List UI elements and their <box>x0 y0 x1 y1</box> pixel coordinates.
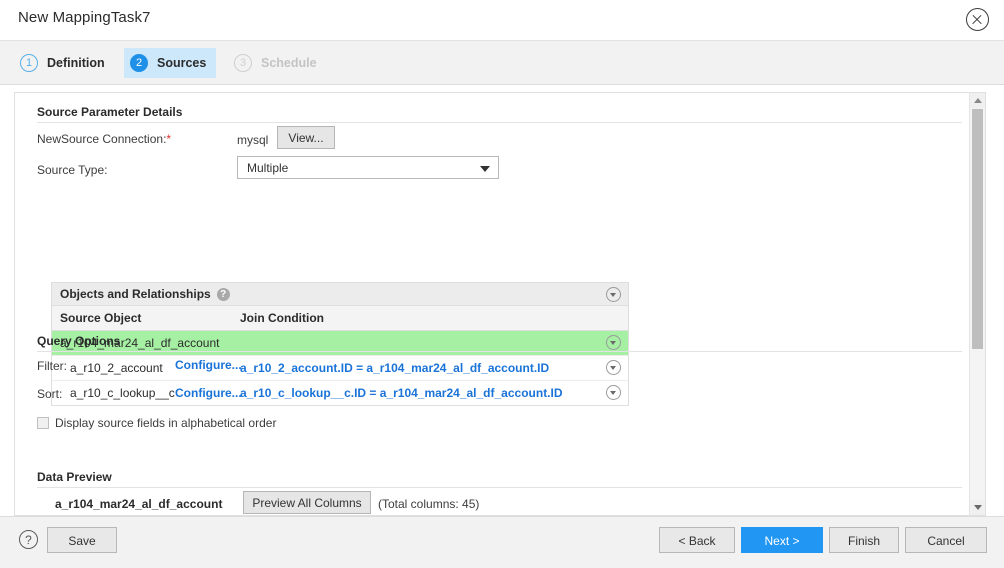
preview-all-columns-button[interactable]: Preview All Columns <box>243 491 371 514</box>
sources-panel: Source Parameter Details NewSource Conne… <box>14 92 986 516</box>
chevron-down-icon <box>480 166 490 172</box>
checkbox-label: Display source fields in alphabetical or… <box>55 416 276 430</box>
step-label: Sources <box>157 56 206 70</box>
column-header-join-condition: Join Condition <box>240 311 324 325</box>
checkbox-box[interactable] <box>37 417 49 429</box>
step-number: 3 <box>234 54 252 72</box>
source-type-label: Source Type: <box>37 163 108 177</box>
divider <box>37 487 962 488</box>
sort-configure-link[interactable]: Configure... <box>175 386 242 400</box>
query-options-heading: Query Options <box>37 334 120 348</box>
step-label: Definition <box>47 56 105 70</box>
next-button[interactable]: Next > <box>741 527 823 553</box>
grid-options-icon[interactable] <box>606 287 621 302</box>
step-number: 1 <box>20 54 38 72</box>
footer-bar: ? Save < Back Next > Finish Cancel <box>0 516 1004 568</box>
divider <box>37 122 962 123</box>
cancel-button[interactable]: Cancel <box>905 527 987 553</box>
step-schedule[interactable]: 3 Schedule <box>228 48 327 78</box>
table-row[interactable]: a_r104_mar24_al_df_account <box>52 331 628 356</box>
step-number: 2 <box>130 54 148 72</box>
required-marker: * <box>166 132 171 146</box>
data-preview-heading: Data Preview <box>37 470 112 484</box>
connection-value: mysql <box>237 133 268 147</box>
view-button[interactable]: View... <box>277 126 335 149</box>
close-icon[interactable] <box>966 8 989 31</box>
cell-source-object: a_r10_2_account <box>70 361 163 375</box>
sources-panel-content: Source Parameter Details NewSource Conne… <box>15 93 970 515</box>
row-options-icon[interactable] <box>606 335 621 350</box>
step-label: Schedule <box>261 56 317 70</box>
finish-button[interactable]: Finish <box>829 527 899 553</box>
step-definition[interactable]: 1 Definition <box>14 48 115 78</box>
data-preview-object-name: a_r104_mar24_al_df_account <box>55 497 222 511</box>
cell-join-condition: a_r10_c_lookup__c.ID = a_r104_mar24_al_d… <box>240 386 563 400</box>
vertical-scrollbar[interactable] <box>969 93 985 515</box>
help-icon[interactable]: ? <box>19 530 38 549</box>
scrollbar-thumb[interactable] <box>972 109 983 349</box>
row-options-icon[interactable] <box>606 360 621 375</box>
grid-title-text: Objects and Relationships <box>60 287 211 301</box>
title-bar: New MappingTask7 <box>0 0 1004 41</box>
page-title: New MappingTask7 <box>18 9 151 26</box>
step-sources[interactable]: 2 Sources <box>124 48 216 78</box>
objects-relationships-grid: Objects and Relationships ? Source Objec… <box>51 282 629 406</box>
wizard-step-bar: 1 Definition 2 Sources 3 Schedule <box>0 41 1004 85</box>
cell-source-object: a_r10_c_lookup__c <box>70 386 175 400</box>
source-type-select[interactable]: Multiple <box>237 156 499 179</box>
divider <box>37 351 962 352</box>
column-header-source-object: Source Object <box>60 311 141 325</box>
source-type-value: Multiple <box>247 161 288 175</box>
connection-label-text: NewSource Connection: <box>37 132 166 146</box>
connection-label: NewSource Connection:* <box>37 132 171 146</box>
cell-join-condition: a_r10_2_account.ID = a_r104_mar24_al_df_… <box>240 361 549 375</box>
source-parameter-details-heading: Source Parameter Details <box>37 105 182 119</box>
row-options-icon[interactable] <box>606 385 621 400</box>
alphabetical-order-checkbox[interactable]: Display source fields in alphabetical or… <box>37 416 276 430</box>
help-icon[interactable]: ? <box>217 288 230 301</box>
table-row[interactable]: a_r10_2_account a_r10_2_account.ID = a_r… <box>52 356 628 381</box>
grid-header-row: Source Object Join Condition <box>52 306 628 331</box>
filter-configure-link[interactable]: Configure... <box>175 358 242 372</box>
filter-label: Filter: <box>37 359 67 373</box>
total-columns-text: (Total columns: 45) <box>378 497 479 511</box>
back-button[interactable]: < Back <box>659 527 735 553</box>
scroll-down-icon[interactable] <box>970 500 985 515</box>
table-row[interactable]: a_r10_c_lookup__c a_r10_c_lookup__c.ID =… <box>52 381 628 405</box>
save-button[interactable]: Save <box>47 527 117 553</box>
scroll-up-icon[interactable] <box>970 93 985 108</box>
grid-title-bar: Objects and Relationships ? <box>52 283 628 306</box>
sort-label: Sort: <box>37 387 62 401</box>
